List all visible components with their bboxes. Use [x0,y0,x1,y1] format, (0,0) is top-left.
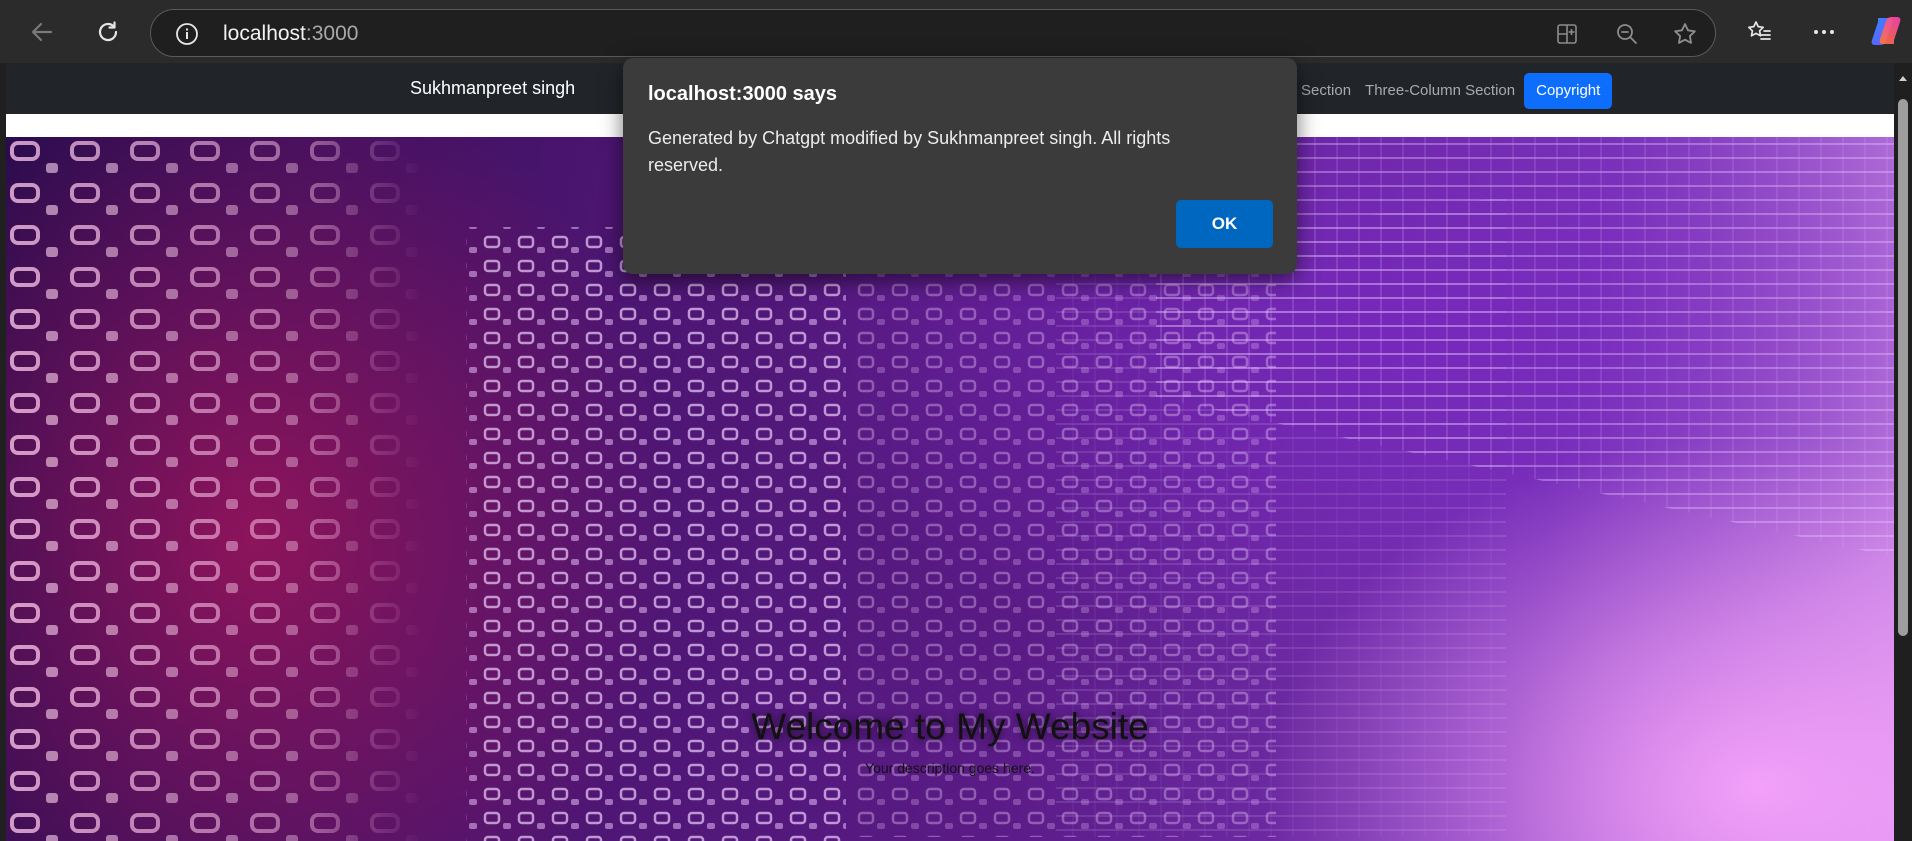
scroll-up-icon[interactable] [1894,71,1912,85]
split-screen-icon[interactable] [1553,20,1581,48]
back-arrow-icon[interactable] [22,12,62,52]
favorite-star-icon[interactable] [1671,20,1699,48]
nav-link-section[interactable]: Section [1294,73,1358,109]
navbar-brand[interactable]: Sukhmanpreet singh [410,77,575,99]
scroll-thumb[interactable] [1898,99,1908,636]
ok-button[interactable]: OK [1176,200,1273,248]
dialog-title: localhost:3000 says [648,83,837,105]
nav-links: Section Three-Column Section Copyright [1294,73,1613,109]
dialog-message: Generated by Chatgpt modified by Sukhman… [648,128,1171,175]
nav-link-three-column[interactable]: Three-Column Section [1358,73,1522,109]
hero-description: Your description goes here. [865,760,1035,776]
alert-dialog: localhost:3000 says Generated by Chatgpt… [623,58,1297,274]
url-text[interactable]: localhost:3000 [223,22,358,46]
page-scrollbar[interactable] [1894,63,1912,841]
more-options-icon[interactable] [1804,12,1844,52]
copilot-icon[interactable] [1869,14,1903,48]
zoom-out-icon[interactable] [1613,20,1641,48]
nav-link-copyright[interactable]: Copyright [1524,73,1613,109]
hero-title: Welcome to My Website [751,706,1149,747]
browser-toolbar: localhost:3000 [0,0,1912,63]
refresh-icon[interactable] [88,12,128,52]
site-info-icon[interactable] [175,22,199,46]
favorites-list-icon[interactable] [1739,12,1779,52]
address-bar[interactable]: localhost:3000 [150,9,1716,57]
url-host: localhost [223,22,306,45]
url-port: :3000 [305,22,359,45]
